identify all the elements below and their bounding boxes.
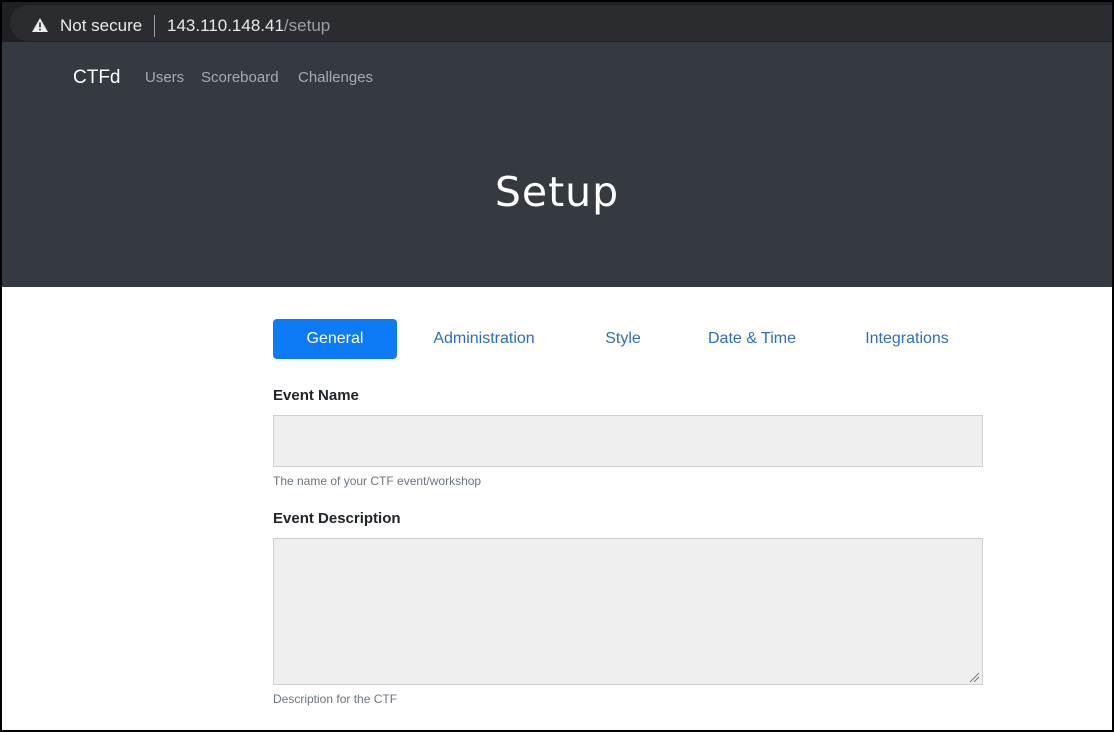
- nav-link-challenges[interactable]: Challenges: [298, 69, 373, 87]
- event-name-label: Event Name: [273, 387, 359, 404]
- event-description-help: Description for the CTF: [273, 692, 398, 706]
- tab-integrations[interactable]: Integrations: [851, 319, 963, 359]
- tab-general[interactable]: General: [273, 319, 397, 359]
- brand-link[interactable]: CTFd: [73, 67, 121, 89]
- page-title: Setup: [494, 168, 620, 216]
- security-status[interactable]: Not secure: [60, 16, 142, 36]
- event-name-help: The name of your CTF event/workshop: [273, 474, 482, 488]
- nav-link-users[interactable]: Users: [145, 69, 184, 87]
- tab-date-time[interactable]: Date & Time: [697, 319, 807, 359]
- resize-handle-icon[interactable]: [969, 672, 980, 683]
- url-host: 143.110.148.41: [167, 16, 284, 35]
- tab-style[interactable]: Style: [593, 319, 653, 359]
- warning-icon[interactable]: [32, 18, 48, 32]
- setup-tabs: General Administration Style Date & Time…: [273, 319, 985, 359]
- nav-link-scoreboard[interactable]: Scoreboard: [201, 69, 279, 87]
- browser-window: Not secure 143.110.148.41/setup CTFd Use…: [0, 0, 1114, 732]
- url-path: /setup: [283, 16, 331, 35]
- event-description-textarea[interactable]: [273, 538, 983, 685]
- event-name-input[interactable]: [273, 415, 983, 467]
- page-header: CTFd Users Scoreboard Challenges Setup: [2, 42, 1112, 287]
- omnibox[interactable]: Not secure 143.110.148.41/setup: [10, 5, 1112, 41]
- event-description-label: Event Description: [273, 510, 401, 527]
- tab-administration[interactable]: Administration: [419, 319, 549, 359]
- url-text[interactable]: 143.110.148.41/setup: [167, 16, 330, 36]
- address-bar: Not secure 143.110.148.41/setup: [2, 2, 1112, 44]
- divider: [154, 15, 155, 37]
